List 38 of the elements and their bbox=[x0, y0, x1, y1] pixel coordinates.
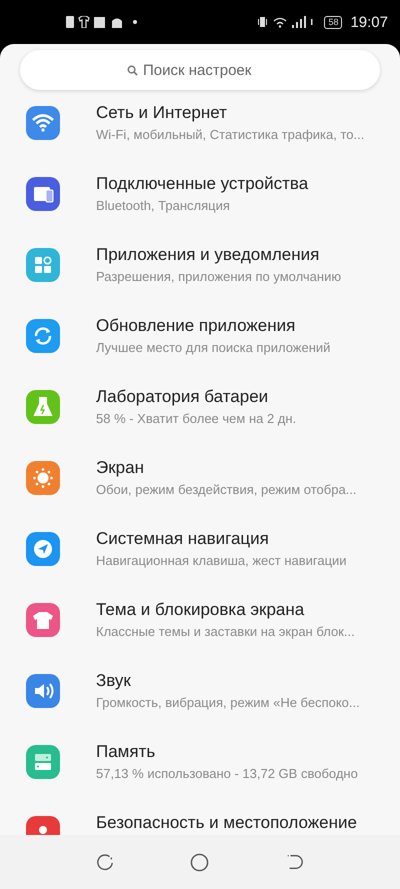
settings-item[interactable]: Приложения и уведомления Разрешения, приложения по умолчанию bbox=[0, 245, 400, 316]
settings-item[interactable]: Системная навигация Навигационная клавиша, жест навигации bbox=[0, 529, 400, 600]
item-title: Безопасность и местоположение bbox=[96, 813, 357, 833]
item-subtitle: Обои, режим бездействия, режим отобра... bbox=[96, 482, 357, 497]
battery-indicator: 58 bbox=[324, 16, 342, 28]
item-subtitle: Разрешения, приложения по умолчанию bbox=[96, 269, 342, 284]
item-title: Лаборатория батареи bbox=[96, 387, 270, 407]
item-title: Память bbox=[96, 742, 156, 762]
item-subtitle: Bluetooth, Трансляция bbox=[96, 198, 231, 213]
settings-item[interactable]: Звук Громкость, вибрация, режим «Не беспоко... bbox=[0, 671, 400, 742]
item-subtitle: 57,13 % использовано - 13,72 GB свободно bbox=[96, 766, 358, 781]
settings-item[interactable]: Память 57,13 % использовано - 13,72 GB свободно bbox=[0, 742, 400, 813]
search-field[interactable]: Поиск настроек bbox=[143, 62, 273, 78]
clock: 19:07 bbox=[350, 14, 388, 30]
settings-item[interactable]: Обновление приложения Лучшее место для поиска приложений bbox=[0, 316, 400, 387]
item-subtitle: Громкость, вибрация, режим «Не беспоко... bbox=[96, 695, 360, 710]
item-title: Подключенные устройства bbox=[96, 174, 308, 194]
settings-item[interactable]: Подключенные устройства Bluetooth, Трансляция bbox=[0, 174, 400, 245]
item-title: Тема и блокировка экрана bbox=[96, 600, 306, 620]
settings-item[interactable]: Экран Обои, режим бездействия, режим отобра... bbox=[0, 458, 400, 529]
item-title: Сеть и Интернет bbox=[96, 103, 228, 123]
recents-icon[interactable] bbox=[96, 853, 114, 871]
item-subtitle: Классные темы и заставки на экран блок... bbox=[96, 624, 355, 639]
item-title: Приложения и уведомления bbox=[96, 245, 320, 265]
item-subtitle: Навигационная клавиша, жест навигации bbox=[96, 553, 347, 568]
search-icon bbox=[127, 64, 138, 76]
settings-item[interactable]: Сеть и Интернет Wi-Fi, мобильный, Статистика трафика, то... bbox=[0, 103, 400, 174]
item-subtitle: 58 % - Хватит более чем на 2 дн. bbox=[96, 411, 296, 426]
item-title: Обновление приложения bbox=[96, 316, 296, 336]
back-icon[interactable] bbox=[286, 853, 304, 871]
item-title: Экран bbox=[96, 458, 145, 478]
home-icon[interactable] bbox=[190, 852, 210, 872]
item-subtitle: Wi-Fi, мобильный, Статистика трафика, то... bbox=[96, 127, 364, 142]
settings-item[interactable]: Тема и блокировка экрана Классные темы и заставки на экран блок... bbox=[0, 600, 400, 671]
item-subtitle: Лучшее место для поиска приложений bbox=[96, 340, 330, 355]
item-title: Системная навигация bbox=[96, 529, 270, 549]
settings-item[interactable]: Лаборатория батареи 58 % - Хватит более чем на 2 дн. bbox=[0, 387, 400, 458]
item-title: Звук bbox=[96, 671, 132, 691]
